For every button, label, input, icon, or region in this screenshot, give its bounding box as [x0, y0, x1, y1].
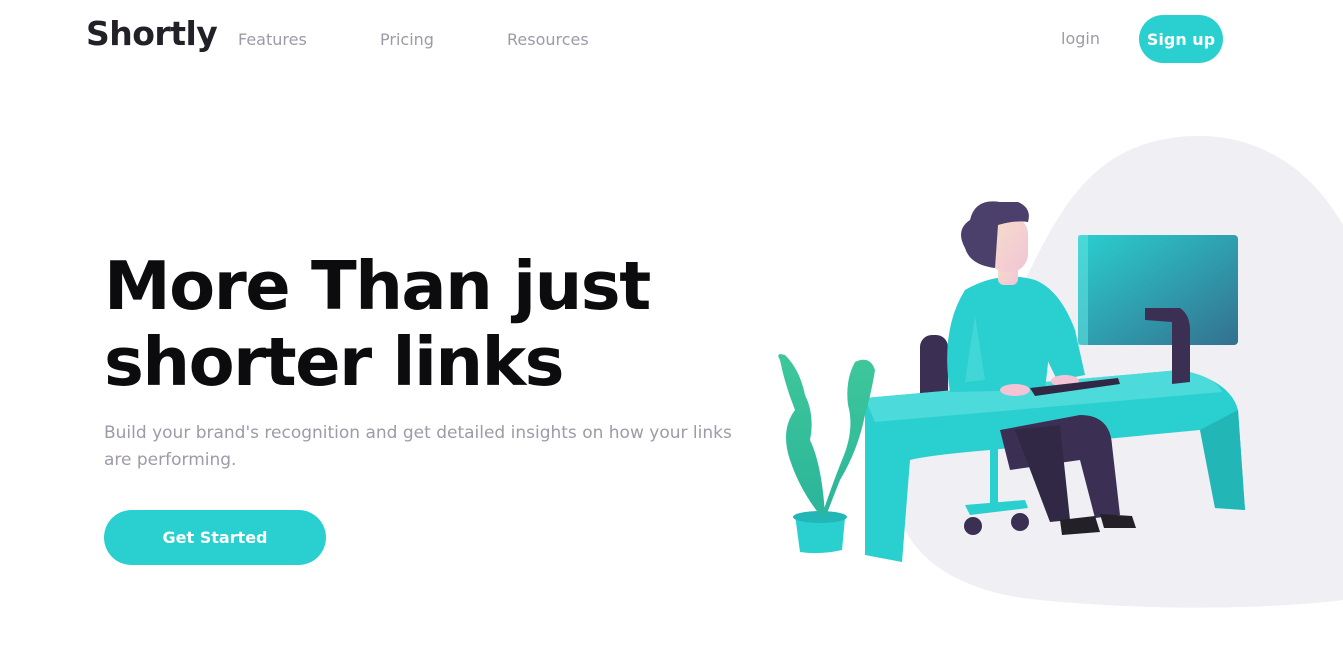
login-link[interactable]: login	[1061, 29, 1100, 48]
potted-plant	[778, 354, 875, 554]
nav-features[interactable]: Features	[238, 30, 307, 49]
logo[interactable]: Shortly	[86, 14, 218, 53]
hero-subtitle: Build your brand's recognition and get d…	[104, 423, 732, 470]
get-started-button[interactable]: Get Started	[104, 510, 326, 565]
hero-title: More Than just shorter links	[104, 247, 651, 401]
landing-page: Shortly Features Pricing Resources login…	[0, 0, 1343, 658]
working-illustration	[778, 135, 1343, 608]
nav-resources[interactable]: Resources	[507, 30, 589, 49]
nav-pricing[interactable]: Pricing	[380, 30, 434, 49]
signup-button[interactable]: Sign up	[1139, 15, 1223, 63]
